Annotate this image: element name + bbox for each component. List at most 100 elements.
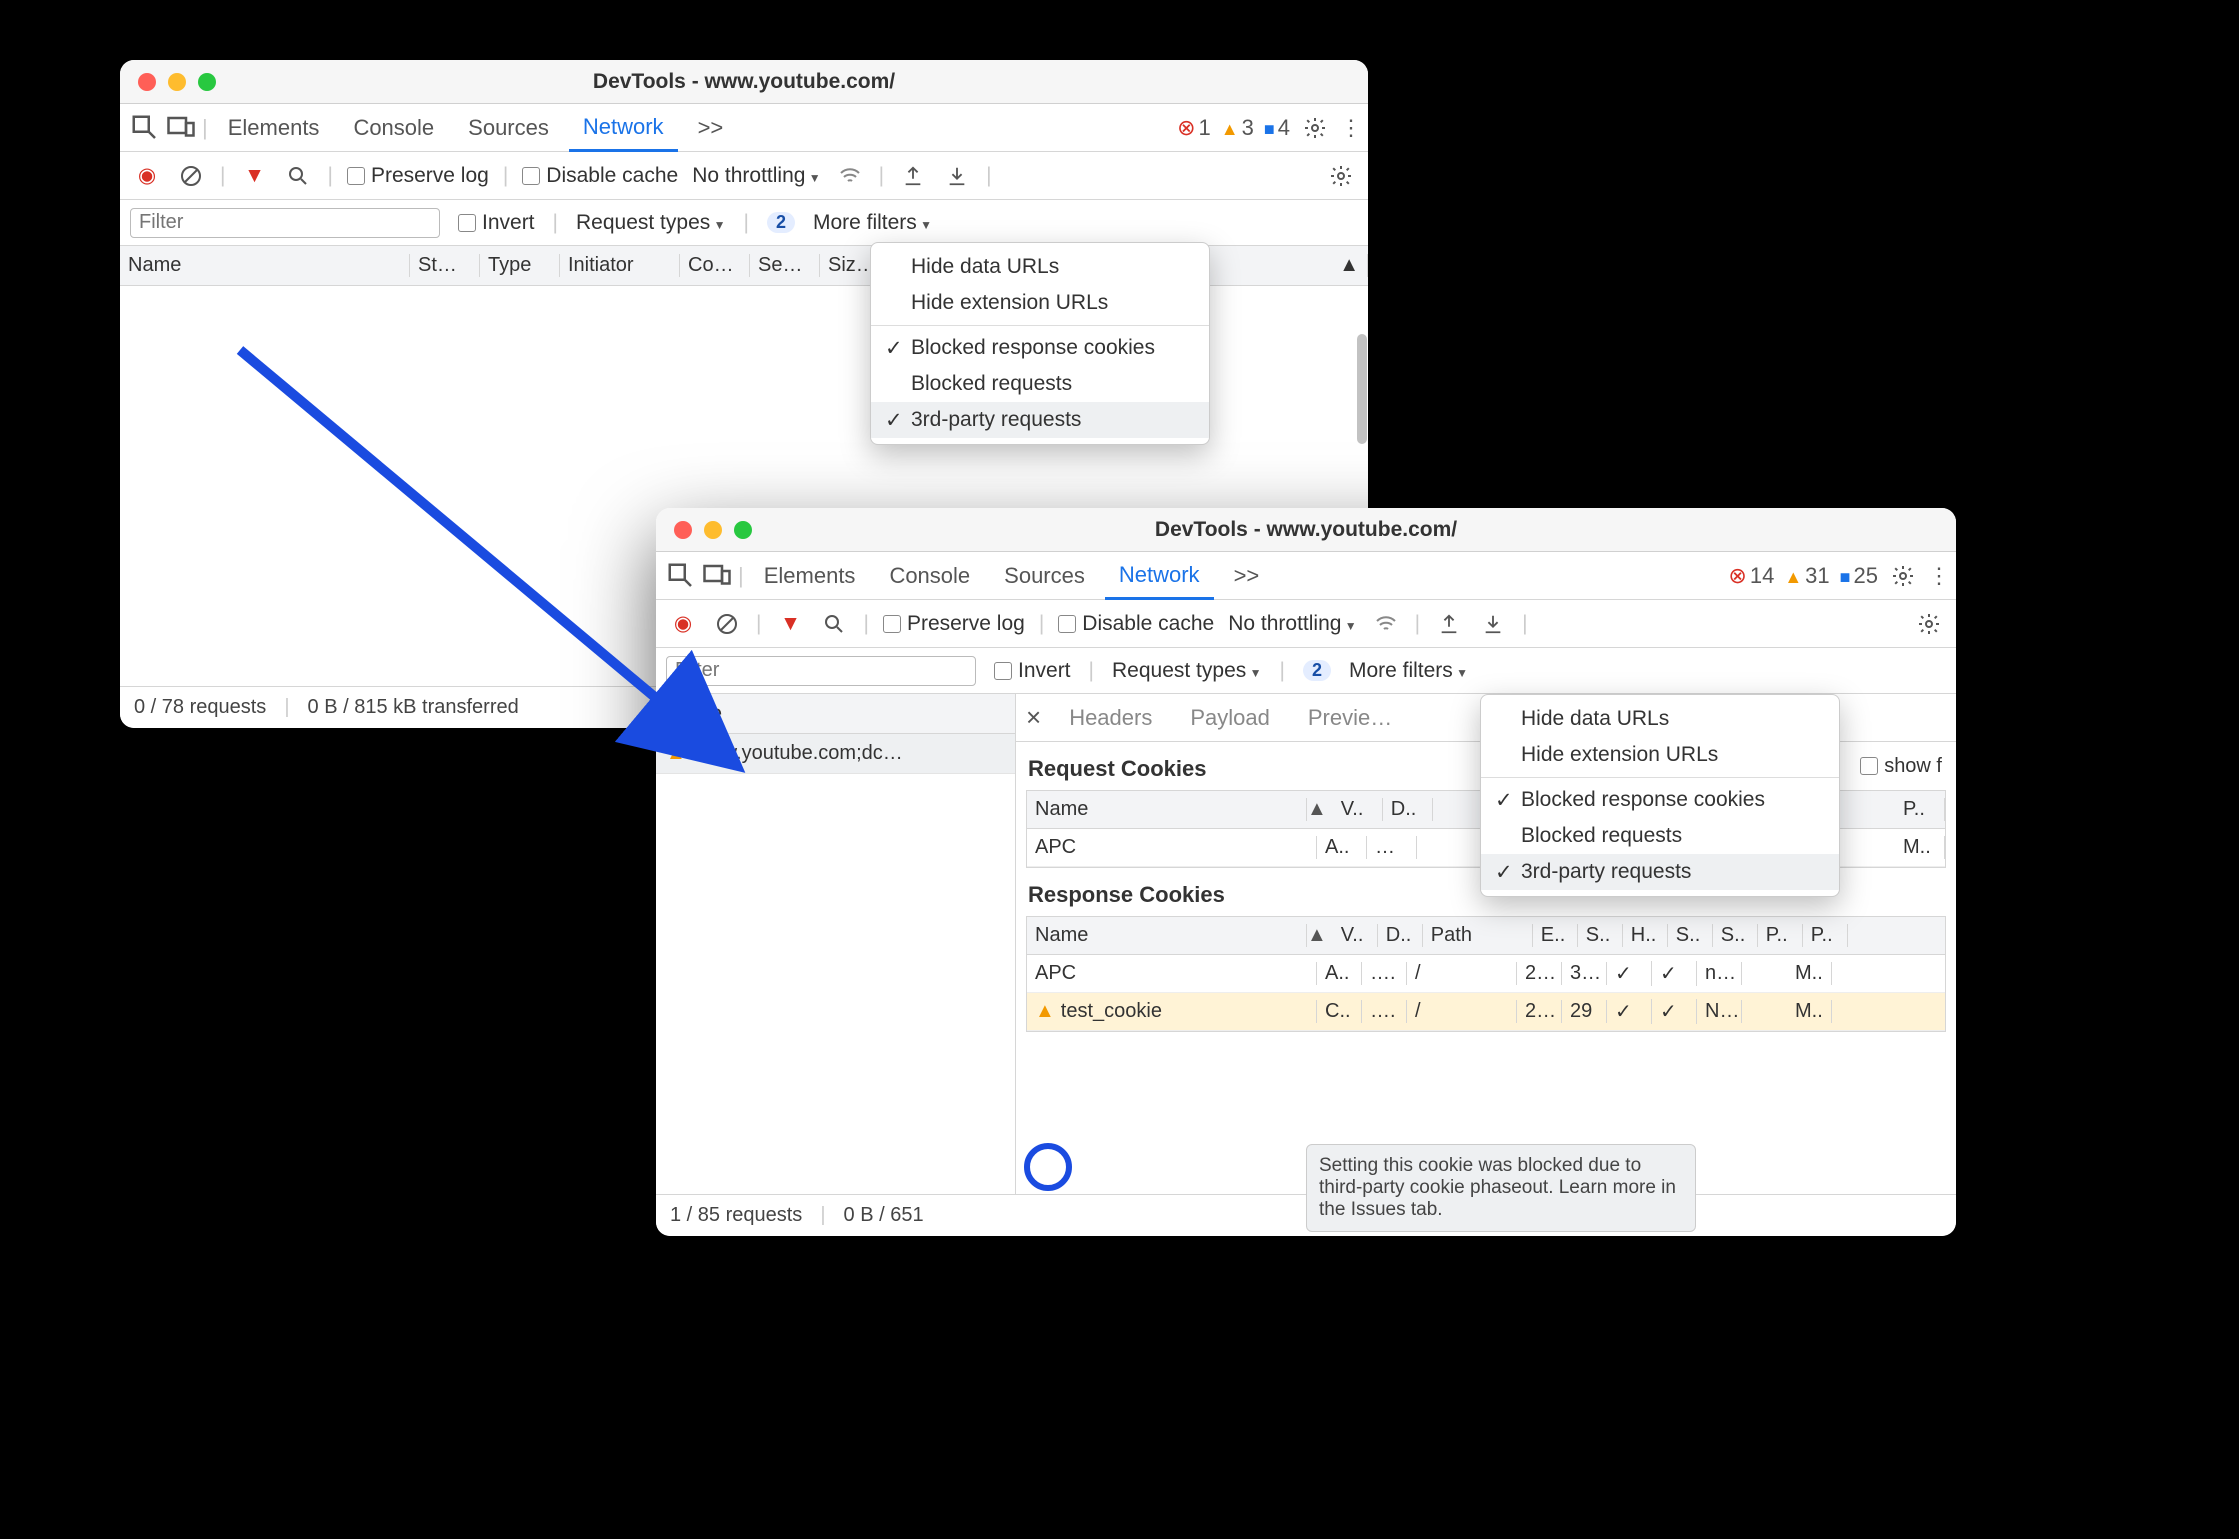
- col-s3[interactable]: S..: [1713, 924, 1758, 947]
- issue-badges: 1 3 4 ⋮: [1177, 113, 1358, 143]
- tab-sources[interactable]: Sources: [454, 104, 563, 151]
- col-se[interactable]: Se…: [750, 254, 820, 277]
- col-path[interactable]: Path: [1423, 924, 1533, 947]
- kebab-icon[interactable]: ⋮: [1928, 563, 1946, 589]
- overflow-button[interactable]: >>: [1220, 552, 1274, 599]
- tab-headers[interactable]: Headers: [1059, 705, 1162, 731]
- gear-icon[interactable]: [1326, 161, 1356, 191]
- col-v[interactable]: V..: [1333, 798, 1383, 821]
- menu-separator: [1481, 777, 1839, 778]
- traffic-lights: [120, 73, 216, 91]
- col-name[interactable]: Name: [1027, 798, 1307, 821]
- col-name[interactable]: Name: [120, 254, 410, 277]
- menu-third-party[interactable]: 3rd-party requests: [871, 402, 1209, 438]
- record-icon[interactable]: ◉: [132, 161, 162, 191]
- col-v[interactable]: V..: [1333, 924, 1378, 947]
- scrollbar[interactable]: [1357, 334, 1367, 444]
- error-badge[interactable]: 14: [1728, 563, 1774, 589]
- info-badge[interactable]: 4: [1264, 115, 1290, 141]
- network-conditions-icon[interactable]: [1371, 609, 1401, 639]
- menu-blocked-resp[interactable]: Blocked response cookies: [871, 330, 1209, 366]
- more-filters-dropdown[interactable]: More filters: [813, 211, 932, 235]
- menu-hide-data[interactable]: Hide data URLs: [871, 249, 1209, 285]
- tab-sources[interactable]: Sources: [990, 552, 1099, 599]
- transfer-size: 0 B / 651: [844, 1204, 924, 1227]
- download-icon[interactable]: [942, 161, 972, 191]
- show-filtered-checkbox[interactable]: show f: [1860, 755, 1942, 778]
- close-icon[interactable]: [138, 73, 156, 91]
- throttling-dropdown[interactable]: No throttling: [1228, 612, 1356, 636]
- minimize-icon[interactable]: [168, 73, 186, 91]
- warn-badge[interactable]: 3: [1221, 115, 1254, 141]
- menu-hide-data[interactable]: Hide data URLs: [1481, 701, 1839, 737]
- col-s[interactable]: S..: [1578, 924, 1623, 947]
- titlebar: DevTools - www.youtube.com/: [656, 508, 1956, 552]
- menu-blocked-resp[interactable]: Blocked response cookies: [1481, 782, 1839, 818]
- panel-tabs: | Elements Console Sources Network >> 14…: [656, 552, 1956, 600]
- table-row[interactable]: APC A.. …. / 2… 3… ✓ ✓ n… M..: [1027, 955, 1945, 993]
- tab-network[interactable]: Network: [1105, 553, 1214, 600]
- menu-third-party[interactable]: 3rd-party requests: [1481, 854, 1839, 890]
- kebab-icon[interactable]: ⋮: [1340, 115, 1358, 141]
- col-e[interactable]: E..: [1533, 924, 1578, 947]
- network-toolbar: ◉ | ▼ | Preserve log | Disable cache No …: [120, 152, 1368, 200]
- download-icon[interactable]: [1478, 609, 1508, 639]
- request-types-dropdown[interactable]: Request types: [576, 211, 725, 235]
- col-s2[interactable]: S..: [1668, 924, 1713, 947]
- tab-elements[interactable]: Elements: [214, 104, 334, 151]
- error-badge[interactable]: 1: [1177, 115, 1211, 141]
- preserve-log-checkbox[interactable]: Preserve log: [883, 612, 1025, 636]
- devtools-window-2: DevTools - www.youtube.com/ | Elements C…: [656, 508, 1956, 1236]
- gear-icon[interactable]: [1914, 609, 1944, 639]
- panel-tabs: | Elements Console Sources Network >> 1 …: [120, 104, 1368, 152]
- gear-icon[interactable]: [1888, 561, 1918, 591]
- tab-console[interactable]: Console: [875, 552, 984, 599]
- disable-cache-checkbox[interactable]: Disable cache: [1058, 612, 1214, 636]
- col-p2[interactable]: P..: [1803, 924, 1848, 947]
- window-title: DevTools - www.youtube.com/: [593, 70, 895, 94]
- col-h[interactable]: H..: [1623, 924, 1668, 947]
- throttling-dropdown[interactable]: No throttling: [692, 164, 820, 188]
- disable-cache-checkbox[interactable]: Disable cache: [522, 164, 678, 188]
- invert-checkbox[interactable]: Invert: [458, 211, 535, 235]
- col-status[interactable]: St…: [410, 254, 480, 277]
- col-p[interactable]: P..: [1758, 924, 1803, 947]
- col-d[interactable]: D..: [1383, 798, 1433, 821]
- menu-hide-ext[interactable]: Hide extension URLs: [1481, 737, 1839, 773]
- maximize-icon[interactable]: [198, 73, 216, 91]
- menu-blocked-req[interactable]: Blocked requests: [1481, 818, 1839, 854]
- overflow-button[interactable]: >>: [684, 104, 738, 151]
- annotation-arrow-icon: [220, 330, 780, 800]
- menu-hide-ext[interactable]: Hide extension URLs: [871, 285, 1209, 321]
- search-icon[interactable]: [819, 609, 849, 639]
- col-type[interactable]: Type: [480, 254, 560, 277]
- preserve-log-checkbox[interactable]: Preserve log: [347, 164, 489, 188]
- col-initiator[interactable]: Initiator: [560, 254, 680, 277]
- network-conditions-icon[interactable]: [835, 161, 865, 191]
- tab-network[interactable]: Network: [569, 105, 678, 152]
- upload-icon[interactable]: [1434, 609, 1464, 639]
- close-detail-icon[interactable]: ×: [1026, 702, 1041, 733]
- filter-input[interactable]: [130, 208, 440, 238]
- col-p[interactable]: P..: [1895, 798, 1945, 821]
- request-types-dropdown[interactable]: Request types: [1112, 659, 1261, 683]
- more-filters-dropdown[interactable]: More filters: [1349, 659, 1468, 683]
- tab-preview[interactable]: Previe…: [1298, 705, 1402, 731]
- menu-blocked-req[interactable]: Blocked requests: [871, 366, 1209, 402]
- warn-badge[interactable]: 31: [1784, 563, 1829, 589]
- col-d[interactable]: D..: [1378, 924, 1423, 947]
- col-co[interactable]: Co…: [680, 254, 750, 277]
- invert-checkbox[interactable]: Invert: [994, 659, 1071, 683]
- tab-console[interactable]: Console: [339, 104, 448, 151]
- col-name[interactable]: Name: [1027, 924, 1307, 947]
- upload-icon[interactable]: [898, 161, 928, 191]
- clear-icon[interactable]: [176, 161, 206, 191]
- device-toggle-icon[interactable]: [166, 113, 196, 143]
- table-row-blocked[interactable]: ▲ test_cookie C.. …. / 2… 29 ✓ ✓ N… M..: [1027, 993, 1945, 1031]
- inspect-icon[interactable]: [130, 113, 160, 143]
- tab-payload[interactable]: Payload: [1180, 705, 1280, 731]
- info-badge[interactable]: 25: [1840, 563, 1878, 589]
- search-icon[interactable]: [283, 161, 313, 191]
- gear-icon[interactable]: [1300, 113, 1330, 143]
- filter-icon[interactable]: ▼: [239, 161, 269, 191]
